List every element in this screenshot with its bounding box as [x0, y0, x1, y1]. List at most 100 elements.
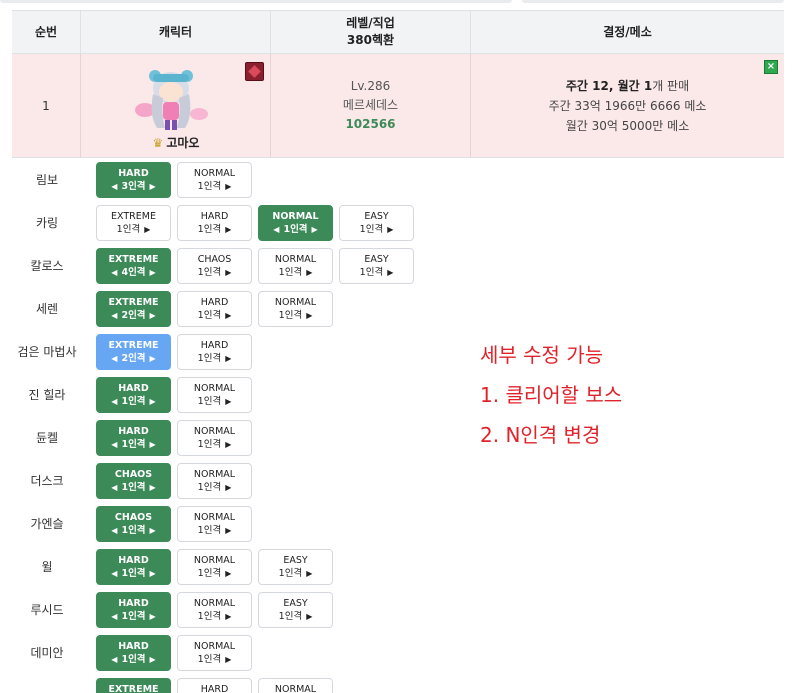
difficulty-button[interactable]: NORMAL1인격▶ [177, 463, 252, 499]
difficulty-button[interactable]: EXTREME ◀ 4인격 ▶ [96, 248, 171, 284]
difficulty-button[interactable]: HARD1인격▶ [177, 291, 252, 327]
close-button[interactable]: × [764, 60, 778, 74]
increase-arrow-icon[interactable]: ▶ [144, 223, 150, 236]
increase-arrow-icon[interactable]: ▶ [225, 524, 231, 537]
increase-arrow-icon[interactable]: ▶ [387, 266, 393, 279]
header-number: 순번 [12, 11, 81, 53]
decrease-arrow-icon[interactable]: ◀ [273, 223, 279, 236]
decrease-arrow-icon[interactable]: ◀ [111, 438, 117, 451]
increase-arrow-icon[interactable]: ▶ [225, 567, 231, 580]
increase-arrow-icon[interactable]: ▶ [306, 309, 312, 322]
increase-arrow-icon[interactable]: ▶ [150, 481, 156, 494]
difficulty-button[interactable]: NORMAL1인격▶ [177, 420, 252, 456]
difficulty-button[interactable]: NORMAL1인격▶ [258, 248, 333, 284]
difficulty-label: CHAOS [114, 512, 153, 523]
difficulty-button[interactable]: NORMAL ◀ 1인격 ▶ [258, 205, 333, 241]
increase-arrow-icon[interactable]: ▶ [150, 266, 156, 279]
difficulty-button[interactable]: EASY 1인격 ▶ [258, 549, 333, 585]
increase-arrow-icon[interactable]: ▶ [306, 610, 312, 623]
increase-arrow-icon[interactable]: ▶ [225, 610, 231, 623]
difficulty-button[interactable]: NORMAL1인격▶ [258, 291, 333, 327]
increase-arrow-icon[interactable]: ▶ [306, 266, 312, 279]
difficulty-button[interactable]: EXTREME 1인격 ▶ [96, 205, 171, 241]
level-job-cell: Lv.286 메르세데스 102566 [271, 54, 471, 157]
increase-arrow-icon[interactable]: ▶ [225, 309, 231, 322]
party-count: 1인격 [121, 568, 146, 579]
boss-row: 루시드 HARD ◀ 1인격 ▶ NORMAL 1인격 ▶ EASY 1인격 ▶ [12, 588, 784, 631]
difficulty-button[interactable]: HARD ◀ 1인격 ▶ [96, 592, 171, 628]
difficulty-button[interactable]: NORMAL1인격▶ [177, 549, 252, 585]
decrease-arrow-icon[interactable]: ◀ [111, 266, 117, 279]
boss-name: 진 힐라 [28, 388, 66, 402]
difficulty-button[interactable]: NORMAL1인격▶ [258, 678, 333, 693]
increase-arrow-icon[interactable]: ▶ [150, 610, 156, 623]
difficulty-button[interactable]: EXTREME ◀ 2인격 ▶ [96, 334, 171, 370]
decrease-arrow-icon[interactable]: ◀ [111, 352, 117, 365]
difficulty-button[interactable]: NORMAL1인격▶ [177, 162, 252, 198]
difficulty-button[interactable]: HARD ◀ 1인격 ▶ [96, 635, 171, 671]
decrease-arrow-icon[interactable]: ◀ [111, 309, 117, 322]
increase-arrow-icon[interactable]: ▶ [225, 653, 231, 666]
difficulty-button[interactable]: HARD ◀ 1인격 ▶ [96, 377, 171, 413]
party-count: 1인격 [197, 482, 222, 493]
decrease-arrow-icon[interactable]: ◀ [111, 653, 117, 666]
boss-name: 림보 [35, 173, 59, 187]
increase-arrow-icon[interactable]: ▶ [225, 438, 231, 451]
party-count: 1인격 [359, 267, 384, 278]
difficulty-button[interactable]: HARD1인격▶ [177, 205, 252, 241]
party-count-control: 1인격 ▶ [97, 223, 170, 236]
increase-arrow-icon[interactable]: ▶ [306, 567, 312, 580]
increase-arrow-icon[interactable]: ▶ [225, 266, 231, 279]
decrease-arrow-icon[interactable]: ◀ [111, 481, 117, 494]
increase-arrow-icon[interactable]: ▶ [225, 395, 231, 408]
decrease-arrow-icon[interactable]: ◀ [111, 610, 117, 623]
increase-arrow-icon[interactable]: ▶ [150, 180, 156, 193]
party-count-control: 1인격 ▶ [178, 438, 251, 451]
character-name-label: ♛ 고마오 [81, 134, 271, 151]
difficulty-button[interactable]: HARD ◀ 1인격 ▶ [96, 549, 171, 585]
increase-arrow-icon[interactable]: ▶ [150, 653, 156, 666]
increase-arrow-icon[interactable]: ▶ [150, 567, 156, 580]
boss-selection-area: 림보 HARD ◀ 3인격 ▶ NORMAL 1인격 ▶ 카링 EXTREME 1인격 ▶ HARD 1인… [12, 158, 784, 693]
increase-arrow-icon[interactable]: ▶ [225, 223, 231, 236]
character-name: 고마오 [166, 136, 200, 150]
increase-arrow-icon[interactable]: ▶ [312, 223, 318, 236]
decrease-arrow-icon[interactable]: ◀ [111, 395, 117, 408]
difficulty-button[interactable]: HARD ◀ 1인격 ▶ [96, 420, 171, 456]
difficulty-button[interactable]: NORMAL1인격▶ [177, 506, 252, 542]
difficulty-button[interactable]: NORMAL1인격▶ [177, 592, 252, 628]
increase-arrow-icon[interactable]: ▶ [387, 223, 393, 236]
increase-arrow-icon[interactable]: ▶ [225, 180, 231, 193]
difficulty-button[interactable]: NORMAL1인격▶ [177, 377, 252, 413]
increase-arrow-icon[interactable]: ▶ [150, 395, 156, 408]
party-count: 1인격 [278, 267, 303, 278]
difficulty-button[interactable]: EASY 1인격 ▶ [258, 592, 333, 628]
increase-arrow-icon[interactable]: ▶ [150, 438, 156, 451]
increase-arrow-icon[interactable]: ▶ [150, 524, 156, 537]
difficulty-label: HARD [200, 340, 229, 351]
increase-arrow-icon[interactable]: ▶ [150, 352, 156, 365]
difficulty-button[interactable]: CHAOS ◀ 1인격 ▶ [96, 506, 171, 542]
difficulty-button[interactable]: HARD1인격▶ [177, 334, 252, 370]
difficulty-button[interactable]: EXTREME ◀ 2인격 ▶ [96, 291, 171, 327]
difficulty-button[interactable]: CHAOS 1인격 ▶ [177, 248, 252, 284]
note-line-1: 세부 수정 가능 [480, 343, 604, 367]
party-count-control: 1인격 ▶ [178, 309, 251, 322]
difficulty-button[interactable]: HARD ◀ 3인격 ▶ [96, 162, 171, 198]
decrease-arrow-icon[interactable]: ◀ [111, 524, 117, 537]
sales-monthly-label: , 월간 [608, 78, 644, 93]
difficulty-button[interactable]: HARD1인격▶ [177, 678, 252, 693]
increase-arrow-icon[interactable]: ▶ [225, 352, 231, 365]
difficulty-button[interactable]: EXTREME◀1인격▶ [96, 678, 171, 693]
difficulty-label: NORMAL [193, 168, 236, 179]
difficulty-button[interactable]: CHAOS ◀ 1인격 ▶ [96, 463, 171, 499]
boss-row: 칼로스 EXTREME ◀ 4인격 ▶ CHAOS 1인격 ▶ NORMAL 1인격 ▶ EASY 1인… [12, 244, 784, 287]
difficulty-button[interactable]: NORMAL1인격▶ [177, 635, 252, 671]
decrease-arrow-icon[interactable]: ◀ [111, 567, 117, 580]
difficulty-button[interactable]: EASY 1인격 ▶ [339, 205, 414, 241]
difficulty-button[interactable]: EASY 1인격 ▶ [339, 248, 414, 284]
decrease-arrow-icon[interactable]: ◀ [111, 180, 117, 193]
increase-arrow-icon[interactable]: ▶ [225, 481, 231, 494]
party-count-control: 1인격 ▶ [178, 481, 251, 494]
increase-arrow-icon[interactable]: ▶ [150, 309, 156, 322]
